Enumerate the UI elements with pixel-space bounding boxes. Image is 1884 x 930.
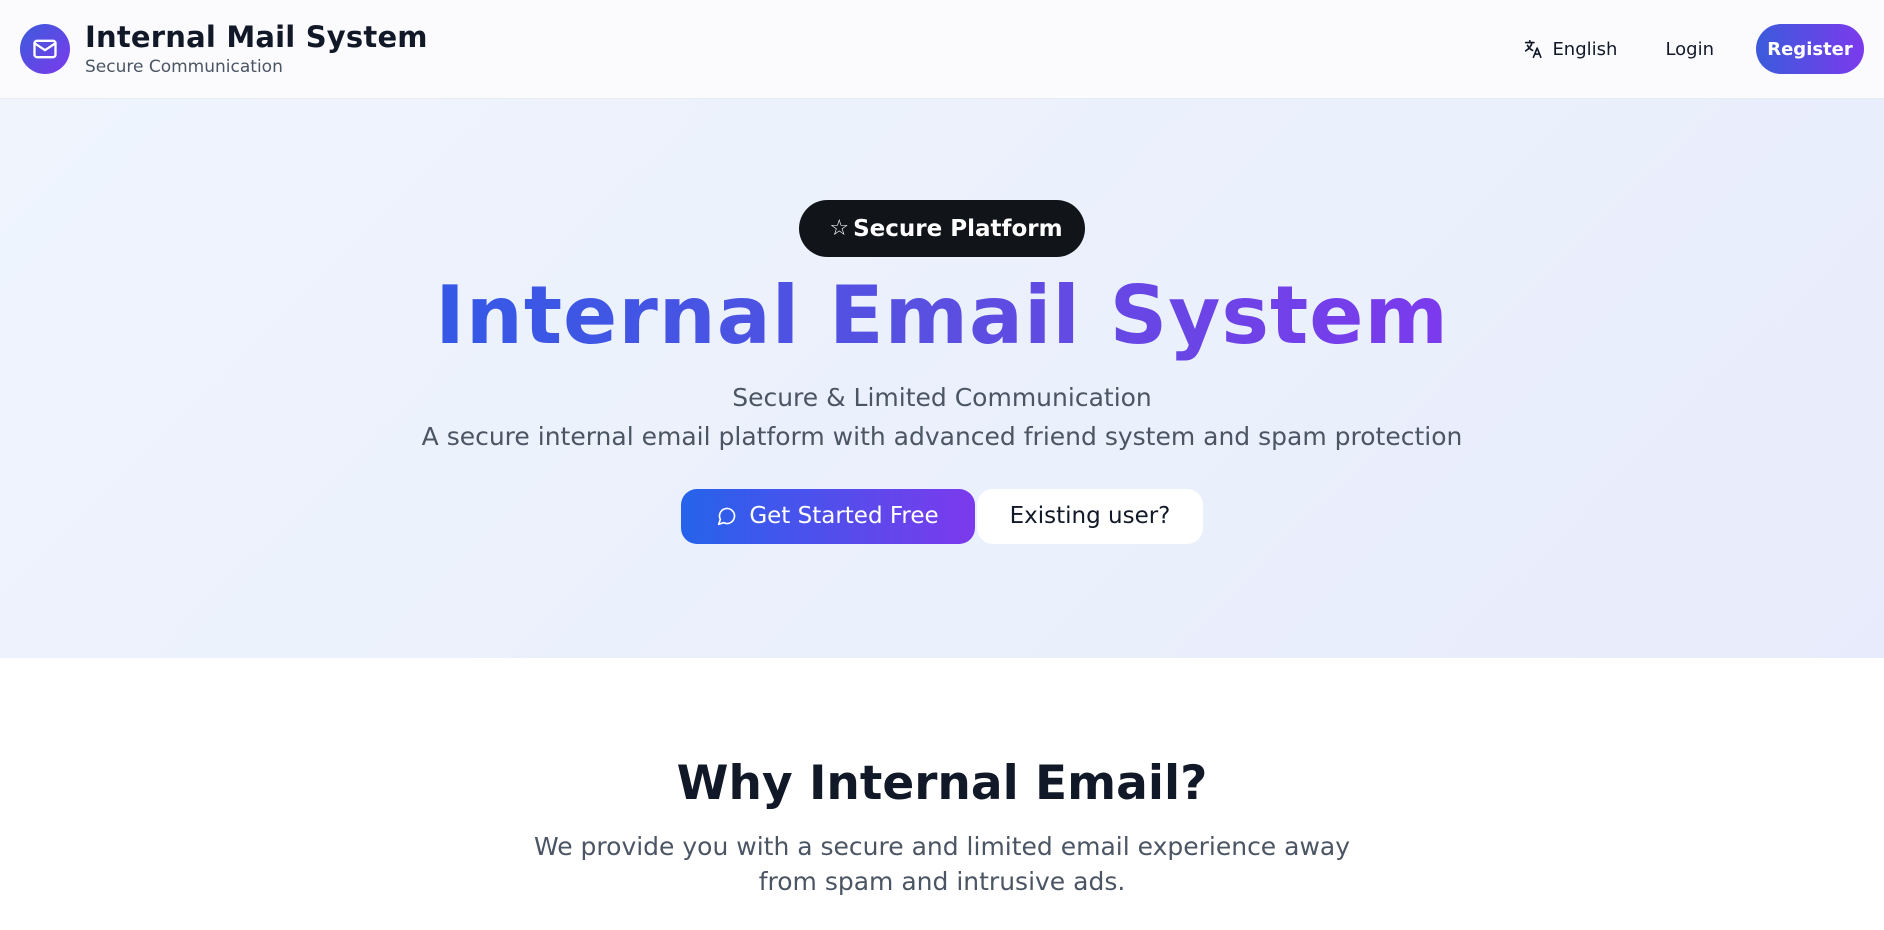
existing-user-button[interactable]: Existing user? <box>977 488 1203 544</box>
hero-section: ☆ Secure Platform Internal Email System … <box>0 99 1884 658</box>
register-button[interactable]: Register <box>1756 24 1864 74</box>
mail-icon <box>20 23 70 74</box>
why-title: Why Internal Email? <box>676 756 1208 811</box>
brand-subtitle: Secure Communication <box>85 56 283 77</box>
chat-bubble-icon <box>718 507 736 526</box>
star-icon: ☆ <box>829 216 850 241</box>
brand[interactable]: Internal Mail System Secure Communicatio… <box>20 19 428 78</box>
get-started-label: Get Started Free <box>749 503 939 530</box>
secure-platform-badge: ☆ Secure Platform <box>799 200 1085 257</box>
get-started-button[interactable]: Get Started Free <box>681 488 975 544</box>
hero-title: Internal Email System <box>435 269 1449 362</box>
brand-title: Internal Mail System <box>85 19 428 54</box>
brand-text: Internal Mail System Secure Communicatio… <box>85 19 428 78</box>
cta-row: Get Started Free Existing user? <box>681 488 1203 544</box>
badge-label: Secure Platform <box>853 215 1063 242</box>
language-label: English <box>1552 38 1618 60</box>
language-switcher[interactable]: English <box>1504 28 1635 70</box>
login-button[interactable]: Login <box>1643 29 1736 70</box>
translate-icon <box>1525 39 1543 59</box>
why-description: We provide you with a secure and limited… <box>533 832 1351 896</box>
header-nav: English Login Register <box>1504 24 1864 74</box>
hero-description: A secure internal email platform with ad… <box>421 421 1463 451</box>
why-section: Why Internal Email? We provide you with … <box>0 658 1884 930</box>
top-header: Internal Mail System Secure Communicatio… <box>0 0 1884 99</box>
hero-subtitle: Secure & Limited Communication <box>732 382 1152 412</box>
